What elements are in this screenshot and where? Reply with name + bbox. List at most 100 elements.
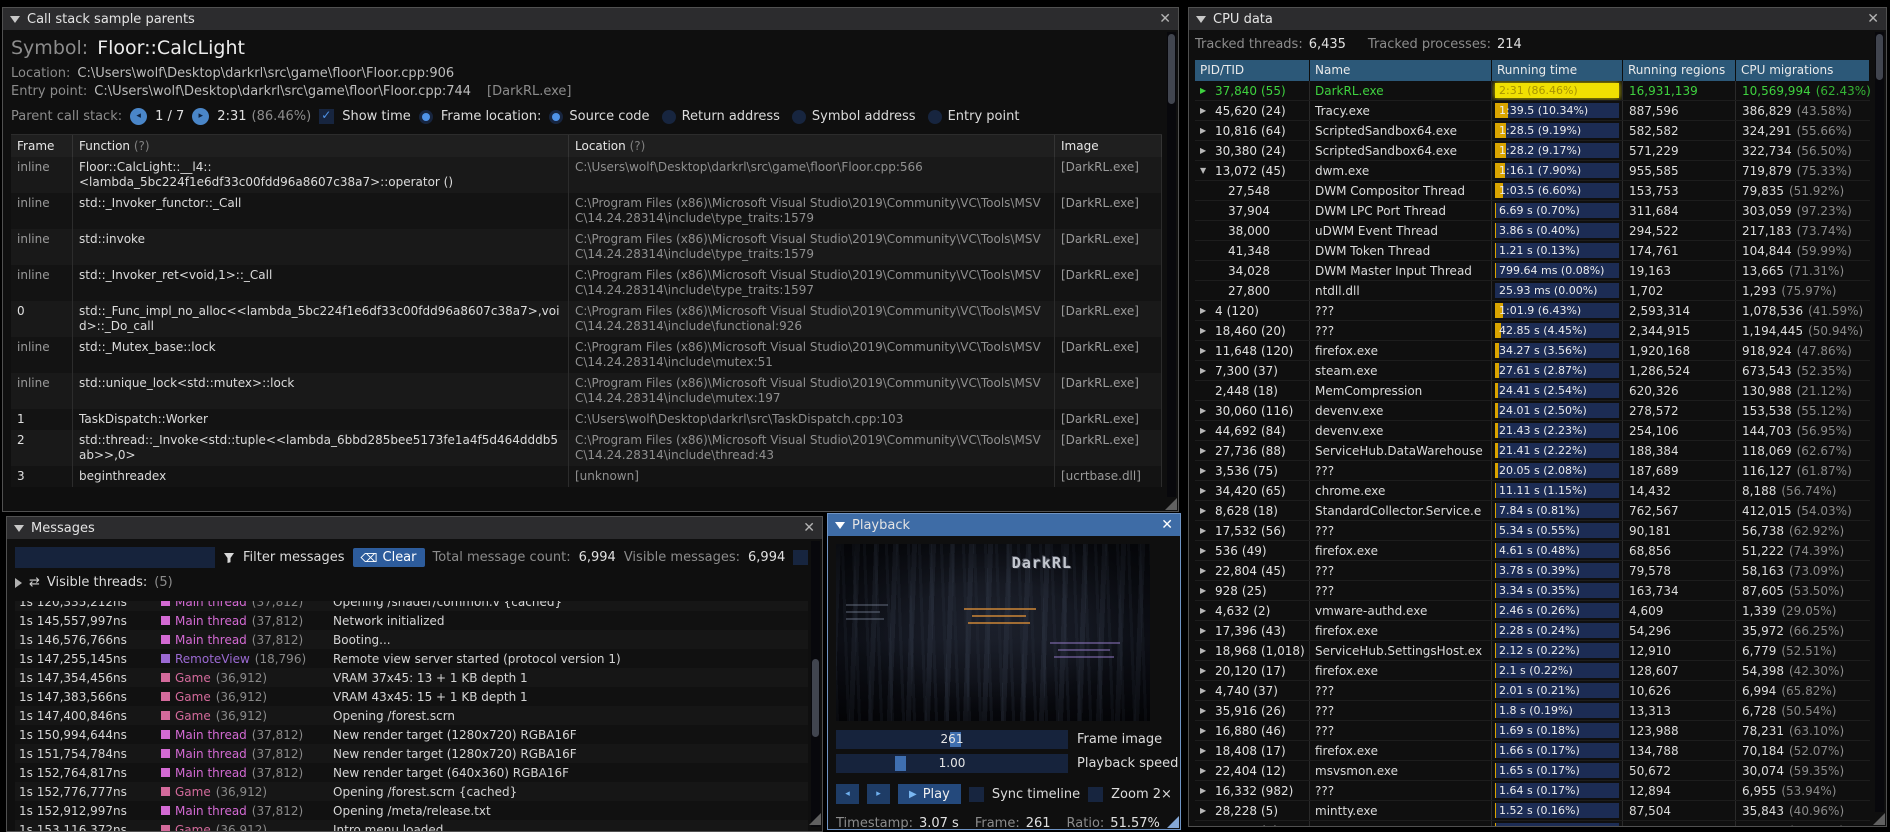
expand-icon[interactable]: ▶ [1200, 686, 1211, 695]
expand-icon[interactable]: ▶ [1200, 806, 1211, 815]
message-row[interactable]: 1s 147,400,846ns Game (36,912) Opening /for… [15, 706, 808, 725]
entry-point-path[interactable]: C:\Users\wolf\Desktop\darkrl\src\game\fl… [94, 84, 471, 99]
cpu-row[interactable]: ▶ 18,408 (17) firefox.exe 1.66 s (0.17%) 134,… [1195, 741, 1870, 761]
cpu-row[interactable]: ▶ 17,532 (56)??? 5.34 s (0.55%) 90,181 56,738… [1195, 521, 1870, 541]
cpu-row[interactable]: ▶ 10,816 (64) ScriptedSandbox64.exe 1:28.5 (… [1195, 121, 1870, 141]
message-row[interactable]: 1s 152,764,817ns Main thread (37,812) New r… [15, 763, 808, 782]
truncated-option-checkbox[interactable] [793, 550, 809, 565]
cpu-row[interactable]: 38,000 uDWM Event Thread 3.86 s (0.40%) 294… [1195, 221, 1870, 241]
expand-icon[interactable]: ▶ [1200, 666, 1211, 675]
expand-icon[interactable]: ▶ [1200, 106, 1211, 115]
cpu-row[interactable]: ▶ 22,804 (45)??? 3.78 s (0.39%) 79,578 58,163… [1195, 561, 1870, 581]
running-time-column-header[interactable]: Running time [1492, 60, 1623, 81]
expand-icon[interactable]: ▶ [1200, 306, 1211, 315]
cpu-row[interactable]: ▶ 4 (120)??? 1:01.9 (6.43%) 2,593,314 1,078,5… [1195, 301, 1870, 321]
close-icon[interactable]: ✕ [1161, 518, 1173, 532]
clear-filter-button[interactable]: ⌫ Clear [352, 548, 425, 567]
function-column-header[interactable]: Function (?) [73, 135, 569, 157]
expand-icon[interactable]: ▶ [1200, 506, 1211, 515]
cpu-row[interactable]: 27,548 DWM Compositor Thread 1:03.5 (6.60%… [1195, 181, 1870, 201]
sync-timeline-checkbox[interactable] [968, 786, 984, 802]
cpu-row[interactable]: ▶ 27,736 (88) ServiceHub.DataWarehouse 21.41… [1195, 441, 1870, 461]
resize-grip[interactable] [809, 813, 821, 825]
callstack-frame-row[interactable]: 1 TaskDispatch::Worker C:\Users\wolf\Deskt… [11, 409, 1162, 430]
playback-speed-slider[interactable]: 1.00 [836, 754, 1068, 773]
message-row[interactable]: 1s 120,335,212ns Main thread (37,812) Openi… [15, 601, 808, 611]
cpu-row[interactable]: ▶ 4,632 (2) vmware-authd.exe 2.46 s (0.26%) 4… [1195, 601, 1870, 621]
frame-image-slider[interactable]: 261 [836, 730, 1068, 749]
resize-grip[interactable] [1167, 816, 1179, 828]
scrollbar[interactable] [1875, 32, 1884, 812]
cpu-row[interactable]: ▶ 22,404 (12) msvsmon.exe 1.65 s (0.17%) 50,6… [1195, 761, 1870, 781]
frame-image[interactable]: DarkRL [836, 544, 1150, 721]
collapse-icon[interactable] [14, 524, 24, 532]
cpu-row[interactable]: 2,448 (18) MemCompression 24.41 s (2.54%) 62… [1195, 381, 1870, 401]
collapse-icon[interactable] [1196, 15, 1206, 23]
callstack-frame-row[interactable]: inline std::_Invoker_functor::_Call C:\Pro… [11, 193, 1162, 229]
prev-callstack-button[interactable]: ◂ [130, 108, 148, 125]
expand-icon[interactable]: ▶ [1200, 346, 1211, 355]
close-icon[interactable]: ✕ [803, 521, 815, 535]
location-path[interactable]: C:\Users\wolf\Desktop\darkrl\src\game\fl… [77, 66, 454, 81]
cpu-row[interactable]: 37,904 DWM LPC Port Thread 6.69 s (0.70%) 3… [1195, 201, 1870, 221]
frame-location-option[interactable]: Source code [549, 109, 650, 124]
zoom-2x-checkbox[interactable] [1088, 786, 1104, 802]
cpu-row[interactable]: ▶ 3,536 (75)??? 20.05 s (2.08%) 187,689 116,1… [1195, 461, 1870, 481]
callstack-frame-row[interactable]: inline std::unique_lock<std::mutex>::lock… [11, 373, 1162, 409]
cpu-row[interactable]: ▶ 30,380 (24) ScriptedSandbox64.exe 1:28.2 (… [1195, 141, 1870, 161]
expand-icon[interactable]: ▼ [1200, 166, 1211, 175]
cpu-row[interactable]: ▶ 18,460 (20)??? 42.85 s (4.45%) 2,344,915 1,… [1195, 321, 1870, 341]
scrollbar[interactable] [811, 541, 820, 827]
cpu-row[interactable]: ▶ 34,420 (65) chrome.exe 11.11 s (1.15%) 14,4… [1195, 481, 1870, 501]
expand-icon[interactable]: ▶ [1200, 406, 1211, 415]
expand-icon[interactable]: ▶ [1200, 466, 1211, 475]
collapse-icon[interactable] [835, 521, 845, 529]
image-column-header[interactable]: Image [1055, 135, 1162, 157]
cpu-row[interactable]: ▶ 11,648 (120) firefox.exe 34.27 s (3.56%) 1,… [1195, 341, 1870, 361]
expand-icon[interactable]: ▶ [1200, 86, 1211, 95]
expand-icon[interactable]: ▶ [1200, 526, 1211, 535]
cpu-row[interactable]: ▶ 20,120 (17) firefox.exe 2.1 s (0.22%) 128,6… [1195, 661, 1870, 681]
message-row[interactable]: 1s 145,557,997ns Main thread (37,812) Netwo… [15, 611, 808, 630]
expand-icon[interactable]: ▶ [1200, 646, 1211, 655]
cpu-row[interactable]: ▶ 536 (49) firefox.exe 4.61 s (0.48%) 68,856 5… [1195, 541, 1870, 561]
resize-grip[interactable] [1165, 498, 1177, 510]
expand-icon[interactable]: ▶ [1200, 426, 1211, 435]
callstack-frame-row[interactable]: inline std::_Invoker_ret<void,1>::_Call C:… [11, 265, 1162, 301]
message-row[interactable]: 1s 151,754,784ns Main thread (37,812) New r… [15, 744, 808, 763]
message-row[interactable]: 1s 146,576,766ns Main thread (37,812) Booti… [15, 630, 808, 649]
frame-location-option[interactable]: Symbol address [791, 109, 916, 124]
callstack-frame-row[interactable]: inline std::invoke C:\Program Files (x86)\… [11, 229, 1162, 265]
cpu-row[interactable]: ▶ 35,916 (26)??? 1.8 s (0.19%) 13,313 6,728 (5… [1195, 701, 1870, 721]
expand-icon[interactable]: ▶ [1200, 746, 1211, 755]
play-button[interactable]: ▶ Play [898, 784, 961, 804]
expand-icon[interactable]: ▶ [1200, 586, 1211, 595]
cpu-row[interactable]: ▶ 4,740 (37)??? 2.01 s (0.21%) 10,626 6,994 (6… [1195, 681, 1870, 701]
cpu-row[interactable]: ▶ 45,620 (24) Tracy.exe 1:39.5 (10.34%) 887,5… [1195, 101, 1870, 121]
expand-icon[interactable]: ▶ [1200, 326, 1211, 335]
callstack-frame-row[interactable]: inline std::_Mutex_base::lock C:\Program F… [11, 337, 1162, 373]
expand-icon[interactable]: ▶ [1200, 446, 1211, 455]
message-row[interactable]: 1s 147,383,566ns Game (36,912) VRAM 43x45: … [15, 687, 808, 706]
scrollbar[interactable] [1167, 32, 1176, 497]
cpu-row[interactable]: ▶ 18,968 (1,018) ServiceHub.SettingsHost.ex… [1195, 641, 1870, 661]
message-row[interactable]: 1s 147,354,456ns Game (36,912) VRAM 37x45: … [15, 668, 808, 687]
shuffle-icon[interactable]: ⇄ [29, 575, 40, 590]
scrollbar-thumb[interactable] [1876, 34, 1883, 80]
message-row[interactable]: 1s 153,116,372ns Game (36,912) Intro menu l… [15, 820, 808, 831]
running-regions-column-header[interactable]: Running regions [1623, 60, 1736, 81]
collapse-icon[interactable] [10, 15, 20, 23]
next-callstack-button[interactable]: ▸ [192, 108, 210, 125]
cpu-row[interactable]: 27,800 ntdll.dll 25.93 ms (0.00%) 1,702 1,29… [1195, 281, 1870, 301]
message-filter-input[interactable] [15, 547, 215, 568]
callstack-frame-row[interactable]: 0 std::_Func_impl_no_alloc<<lambda_5bc224… [11, 301, 1162, 337]
expand-icon[interactable]: ▶ [1200, 626, 1211, 635]
expand-icon[interactable]: ▶ [1200, 706, 1211, 715]
scrollbar-thumb[interactable] [812, 659, 819, 737]
next-frame-button[interactable]: ▸ [867, 784, 890, 804]
message-row[interactable]: 1s 152,776,777ns Game (36,912) Opening /for… [15, 782, 808, 801]
callstack-frame-row[interactable]: inline Floor::CalcLight::__l4::<lambda_5b… [11, 157, 1162, 193]
cpu-row[interactable]: ▶ 928 (25)??? 3.34 s (0.35%) 163,734 87,605 (5… [1195, 581, 1870, 601]
expand-icon[interactable]: ▶ [1200, 486, 1211, 495]
expand-icon[interactable]: ▶ [1200, 766, 1211, 775]
